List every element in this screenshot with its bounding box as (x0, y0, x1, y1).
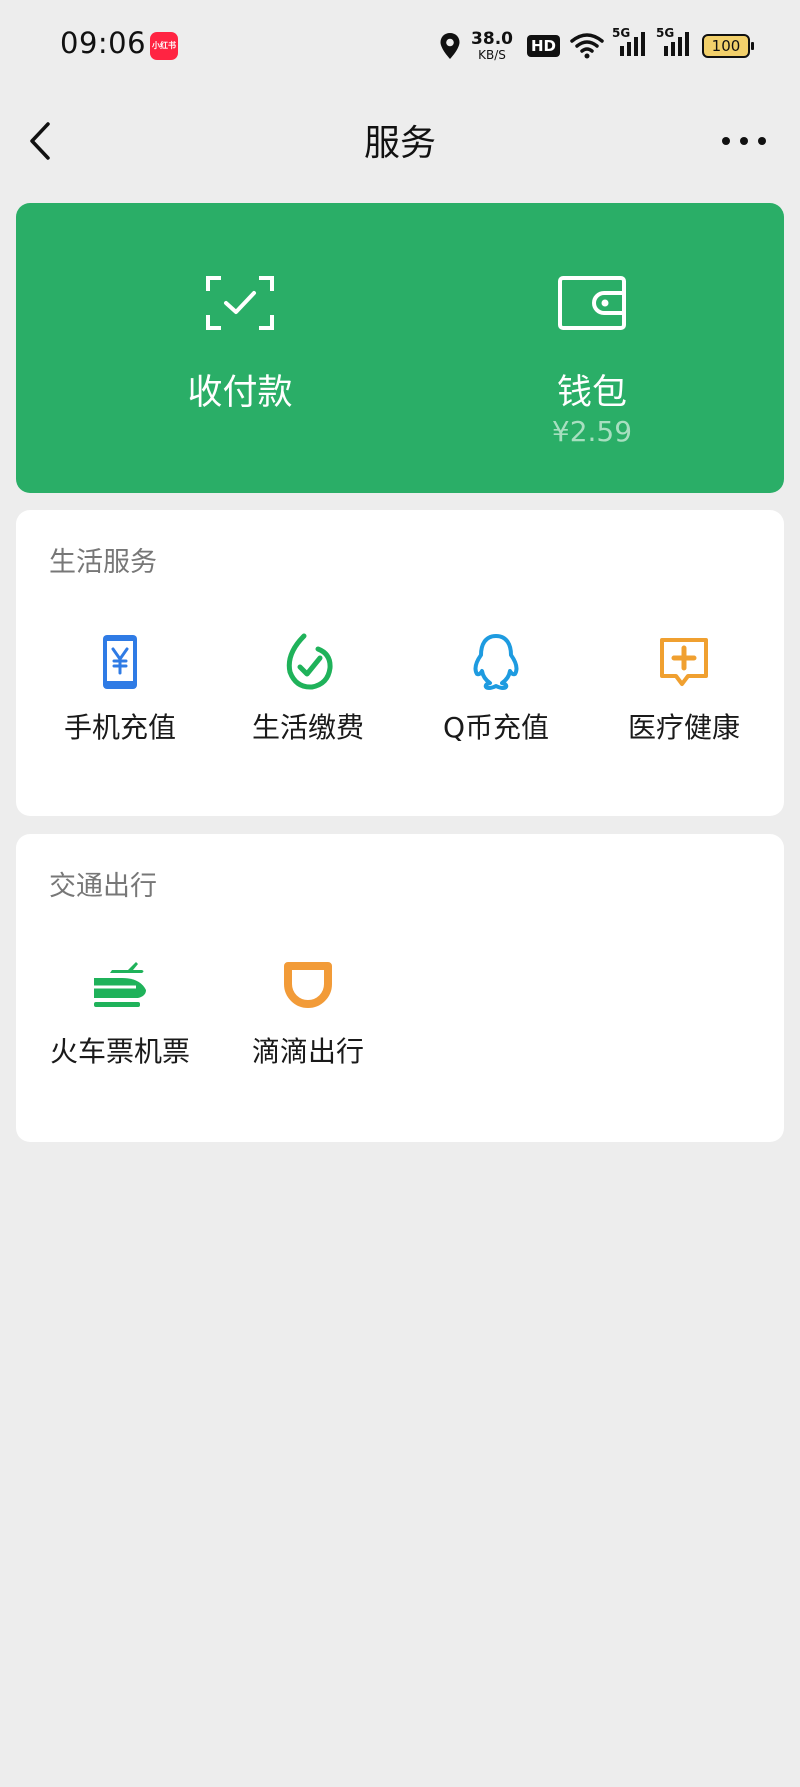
medical-chat-icon (660, 638, 708, 686)
wallet-icon (558, 276, 626, 330)
qq-penguin-icon (473, 634, 519, 690)
medical-health-label: 医疗健康 (627, 711, 740, 744)
medical-health-button[interactable]: 医疗健康 (590, 632, 778, 782)
signal-2-tag: 5G (656, 26, 675, 40)
more-dots-icon (722, 137, 766, 145)
hd-badge: HD (526, 35, 560, 57)
status-time: 09:06 (60, 26, 147, 60)
transport-section: 交通出行 火车票机票 滴滴出行 (16, 834, 784, 1142)
mobile-topup-button[interactable]: 手机充值 (26, 632, 214, 782)
network-speed-value: 38.0 (471, 29, 513, 49)
leaf-check-icon (286, 633, 333, 690)
utility-payment-button[interactable]: 生活缴费 (214, 632, 402, 782)
notification-app-icon: 小红书 (150, 32, 178, 60)
utility-payment-label: 生活缴费 (251, 711, 364, 744)
didi-ride-label: 滴滴出行 (251, 1035, 364, 1068)
location-icon (440, 33, 460, 59)
phone-yuan-icon (103, 635, 137, 689)
signal-strength-1: 5G (612, 26, 648, 62)
more-button[interactable] (716, 116, 772, 166)
nav-bar: 服务 (0, 92, 800, 188)
didi-icon (284, 962, 332, 1008)
train-plane-icon (94, 962, 146, 1007)
wallet-button[interactable]: 钱包 ¥2.59 (462, 203, 722, 493)
train-plane-tickets-label: 火车票机票 (49, 1035, 190, 1068)
signal-strength-2: 5G (656, 26, 692, 62)
wallet-balance: ¥2.59 (551, 415, 633, 448)
status-icons: 38.0 KB/S HD 5G 5G 100 (439, 26, 754, 64)
wallet-label: 钱包 (556, 373, 627, 413)
life-services-section: 生活服务 手机充值 生活缴费 Q币充值 医疗健康 (16, 510, 784, 816)
train-plane-tickets-button[interactable]: 火车票机票 (26, 956, 214, 1106)
scan-check-icon (206, 276, 274, 330)
didi-ride-button[interactable]: 滴滴出行 (214, 956, 402, 1106)
section-title-life: 生活服务 (49, 547, 157, 578)
mobile-topup-label: 手机充值 (63, 711, 176, 744)
pay-card: 收付款 钱包 ¥2.59 (16, 203, 784, 493)
qcoin-topup-button[interactable]: Q币充值 (402, 632, 590, 782)
section-title-transport: 交通出行 (49, 871, 157, 902)
wifi-icon (570, 33, 604, 59)
network-speed-unit: KB/S (478, 48, 506, 62)
status-bar: 09:06 小红书 38.0 KB/S HD 5G 5G 100 (0, 0, 800, 92)
page-title: 服务 (363, 123, 436, 164)
signal-1-tag: 5G (612, 26, 631, 40)
qcoin-topup-label: Q币充值 (442, 711, 550, 744)
pay-receive-button[interactable]: 收付款 (110, 203, 370, 493)
network-speed: 38.0 KB/S (471, 29, 513, 62)
pay-receive-label: 收付款 (187, 373, 293, 413)
battery-icon: 100 (702, 34, 754, 58)
